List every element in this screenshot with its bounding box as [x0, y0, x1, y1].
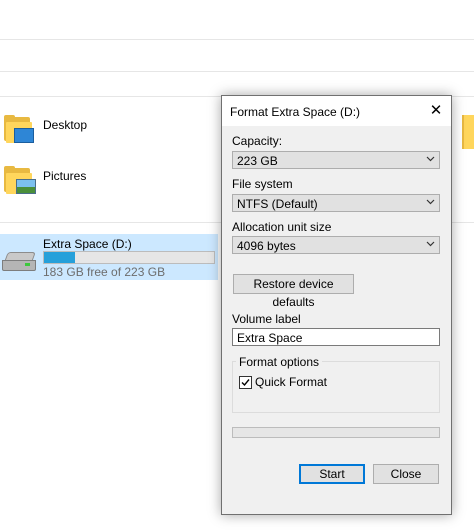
allocation-label: Allocation unit size — [232, 220, 332, 234]
close-button[interactable]: Close — [373, 464, 439, 484]
restore-defaults-button[interactable]: Restore device defaults — [233, 274, 354, 309]
folder-label-desktop[interactable]: Desktop — [43, 118, 87, 132]
dialog-title: Format Extra Space (D:) — [230, 105, 361, 119]
pictures-folder-icon[interactable] — [4, 166, 36, 194]
toolbar-divider-1 — [0, 39, 474, 40]
capacity-value: 223 GB — [237, 154, 278, 168]
volume-label-input[interactable]: Extra Space — [232, 328, 440, 346]
capacity-label: Capacity: — [232, 134, 283, 148]
capacity-select[interactable]: 223 GB — [232, 151, 440, 169]
drive-capacity-fill — [44, 252, 75, 263]
drive-label: Extra Space (D:) — [43, 237, 132, 251]
chevron-down-icon — [426, 241, 435, 247]
file-system-label: File system — [232, 177, 293, 191]
volume-label-value: Extra Space — [237, 331, 303, 345]
partial-folder-icon — [462, 115, 474, 149]
drive-free-text: 183 GB free of 223 GB — [43, 265, 166, 279]
checkmark-icon — [241, 379, 250, 387]
toolbar-divider-2 — [0, 71, 474, 72]
desktop-folder-icon[interactable] — [4, 115, 34, 143]
allocation-select[interactable]: 4096 bytes — [232, 236, 440, 254]
drive-icon — [2, 252, 36, 271]
allocation-value: 4096 bytes — [237, 239, 296, 253]
chevron-down-icon — [426, 199, 435, 205]
volume-label-label: Volume label — [232, 312, 301, 326]
drive-capacity-bar — [43, 251, 215, 264]
file-system-select[interactable]: NTFS (Default) — [232, 194, 440, 212]
chevron-down-icon — [426, 156, 435, 162]
close-icon[interactable]: ✕ — [427, 102, 445, 120]
format-dialog: Format Extra Space (D:) ✕ Capacity: 223 … — [221, 95, 452, 515]
start-button[interactable]: Start — [299, 464, 365, 484]
folder-label-pictures[interactable]: Pictures — [43, 169, 86, 183]
format-options-title: Format options — [236, 355, 323, 369]
file-system-value: NTFS (Default) — [237, 197, 318, 211]
dialog-titlebar[interactable]: Format Extra Space (D:) ✕ — [222, 96, 451, 126]
quick-format-label[interactable]: Quick Format — [255, 375, 327, 389]
quick-format-checkbox[interactable] — [239, 376, 252, 389]
format-progress-bar — [232, 427, 440, 438]
